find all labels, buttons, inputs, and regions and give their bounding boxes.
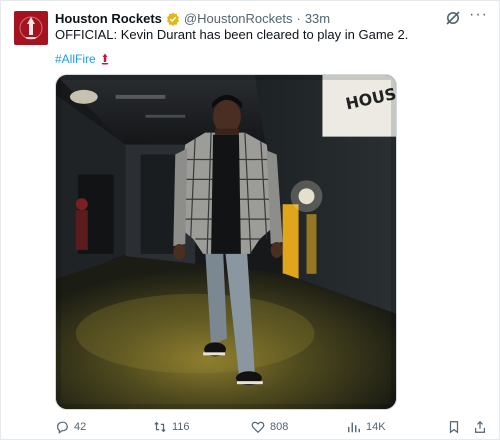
tweet-text: OFFICIAL: Kevin Durant has been cleared … — [55, 27, 409, 42]
timestamp[interactable]: 33m — [305, 11, 330, 26]
more-icon[interactable]: ··· — [469, 7, 487, 26]
share-button[interactable] — [473, 418, 487, 436]
views-button[interactable]: 14K — [347, 418, 386, 436]
views-count: 14K — [366, 421, 386, 433]
avatar[interactable] — [14, 11, 48, 45]
retweet-icon — [154, 421, 166, 433]
bookmark-icon — [449, 421, 459, 434]
share-icon — [475, 420, 485, 433]
reply-icon — [57, 421, 68, 434]
display-name[interactable]: Houston Rockets — [55, 11, 162, 26]
rockets-logo-icon — [19, 16, 43, 40]
reply-count: 42 — [74, 421, 87, 433]
grok-icon[interactable] — [445, 10, 461, 26]
verified-badge-icon — [166, 12, 179, 26]
heart-icon — [251, 421, 265, 434]
photo-kevin-durant-walking-tunnel: HOUS — [56, 75, 396, 409]
hashtag-link[interactable]: #AllFire — [55, 52, 96, 66]
separator-dot: · — [296, 11, 301, 26]
tweet-card[interactable]: Houston Rockets @HoustonRockets · 33m ··… — [0, 0, 500, 440]
like-button[interactable]: 808 — [251, 418, 288, 436]
hashtag-line: #AllFire — [55, 52, 111, 66]
views-icon — [348, 422, 360, 433]
action-bar: 42 116 808 14K — [55, 418, 489, 436]
handle[interactable]: @HoustonRockets — [184, 11, 293, 26]
tweet-media-photo[interactable]: HOUS — [55, 74, 397, 410]
rockets-emoji-icon — [101, 53, 109, 65]
like-count: 808 — [270, 421, 289, 433]
retweet-button[interactable]: 116 — [153, 418, 190, 436]
tweet-header: Houston Rockets @HoustonRockets · 33m — [55, 11, 459, 26]
reply-button[interactable]: 42 — [55, 418, 86, 436]
bookmark-button[interactable] — [447, 418, 461, 436]
retweet-count: 116 — [172, 421, 190, 433]
